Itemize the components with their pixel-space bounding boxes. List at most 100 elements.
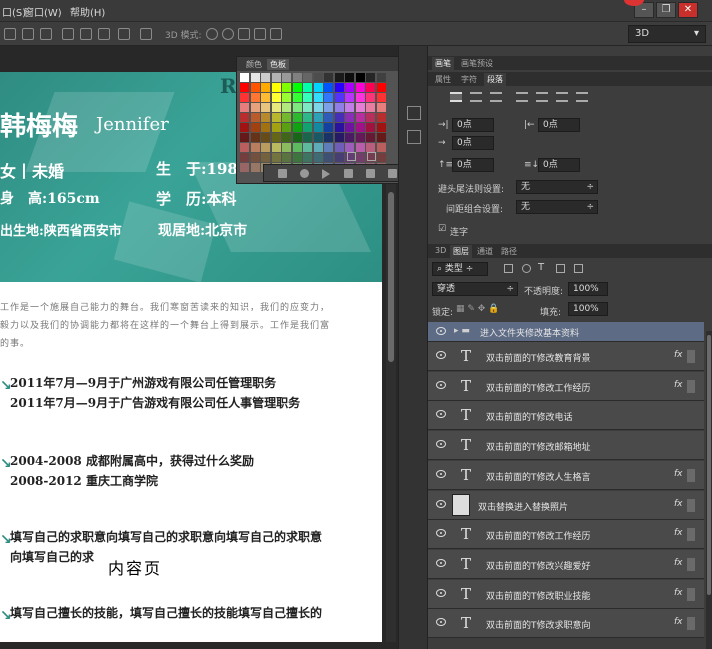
align-right-icon[interactable] xyxy=(98,28,110,40)
color-swatch[interactable] xyxy=(366,113,375,122)
color-swatch[interactable] xyxy=(240,143,249,152)
color-swatch[interactable] xyxy=(271,73,281,82)
color-swatch[interactable] xyxy=(292,83,302,92)
color-swatch[interactable] xyxy=(334,133,344,142)
color-swatch[interactable] xyxy=(240,153,249,162)
color-swatch[interactable] xyxy=(282,153,291,162)
3d-pan-icon[interactable] xyxy=(238,28,250,40)
dock-icon[interactable] xyxy=(407,130,421,144)
layer-row[interactable]: T 双击前面的T修改邮箱地址 xyxy=(428,431,704,461)
color-swatch[interactable] xyxy=(240,83,249,92)
space-before-field[interactable]: 0点 xyxy=(452,158,494,172)
color-swatch[interactable] xyxy=(324,103,333,112)
visibility-eye-icon[interactable] xyxy=(436,469,446,478)
tab-swatches[interactable]: 色板 xyxy=(267,59,289,70)
layer-row[interactable]: 双击替换进入替换照片 fx xyxy=(428,490,704,520)
color-swatch[interactable] xyxy=(261,153,270,162)
visibility-eye-icon[interactable] xyxy=(436,588,446,597)
layer-effects-icon[interactable]: fx xyxy=(674,469,683,479)
expand-effects-toggle[interactable] xyxy=(687,379,695,393)
color-swatch[interactable] xyxy=(250,153,260,162)
color-swatch[interactable] xyxy=(250,93,260,102)
layer-row[interactable]: T 双击前面的T修改工作经历 fx xyxy=(428,371,704,401)
color-swatch[interactable] xyxy=(345,113,354,122)
tab-3d[interactable]: 3D xyxy=(432,245,449,256)
folder-icon[interactable]: ▸ ▬ xyxy=(454,326,470,336)
first-line-indent-field[interactable]: 0点 xyxy=(452,136,494,150)
color-swatch[interactable] xyxy=(250,83,260,92)
indent-left-field[interactable]: 0点 xyxy=(452,118,494,132)
color-swatch[interactable] xyxy=(303,153,312,162)
color-swatch[interactable] xyxy=(366,93,375,102)
lock-icons[interactable]: ▦ ✎ ✥ 🔒 xyxy=(456,304,499,314)
color-swatch[interactable] xyxy=(355,133,365,142)
align-center-text-icon[interactable] xyxy=(470,92,482,102)
color-swatch[interactable] xyxy=(303,113,312,122)
color-swatch[interactable] xyxy=(376,83,386,92)
color-swatch[interactable] xyxy=(324,153,333,162)
justify-left-icon[interactable] xyxy=(516,92,528,102)
layer-effects-icon[interactable]: fx xyxy=(674,617,683,627)
layer-effects-icon[interactable]: fx xyxy=(674,528,683,538)
filter-adjust-icon[interactable] xyxy=(522,264,531,273)
color-swatch[interactable] xyxy=(355,83,365,92)
color-swatch[interactable] xyxy=(313,133,323,142)
color-swatch[interactable] xyxy=(334,113,344,122)
color-swatch[interactable] xyxy=(240,123,249,132)
distribute-icon[interactable] xyxy=(118,28,130,40)
visibility-eye-icon[interactable] xyxy=(436,558,446,567)
new-swatch-icon[interactable] xyxy=(347,152,356,161)
menu-select[interactable]: 口(S) xyxy=(2,4,26,19)
visibility-eye-icon[interactable] xyxy=(436,380,446,389)
color-swatch[interactable] xyxy=(376,93,386,102)
color-swatch[interactable] xyxy=(313,73,323,82)
color-swatch[interactable] xyxy=(250,143,260,152)
restore-button[interactable]: ❐ xyxy=(656,2,676,18)
close-button[interactable]: ✕ xyxy=(678,2,698,18)
color-swatch[interactable] xyxy=(313,123,323,132)
color-swatch[interactable] xyxy=(240,113,249,122)
align-right-text-icon[interactable] xyxy=(490,92,502,102)
color-swatch[interactable] xyxy=(250,163,260,172)
color-swatch[interactable] xyxy=(324,113,333,122)
expand-effects-toggle[interactable] xyxy=(687,617,695,631)
color-swatch[interactable] xyxy=(376,73,386,82)
color-swatch[interactable] xyxy=(355,103,365,112)
color-swatch[interactable] xyxy=(261,143,270,152)
filter-type-icon[interactable]: T xyxy=(538,262,544,273)
color-swatch[interactable] xyxy=(271,103,281,112)
color-swatch[interactable] xyxy=(366,83,375,92)
color-swatch[interactable] xyxy=(261,113,270,122)
color-swatch[interactable] xyxy=(282,113,291,122)
color-swatch[interactable] xyxy=(271,93,281,102)
3d-roll-icon[interactable] xyxy=(222,28,234,40)
align-hcenter-icon[interactable] xyxy=(80,28,92,40)
kinsoku-select[interactable]: 无 ÷ xyxy=(516,180,598,194)
dock-icon[interactable] xyxy=(407,106,421,120)
tab-paths[interactable]: 路径 xyxy=(498,245,520,258)
expand-effects-toggle[interactable] xyxy=(687,557,695,571)
color-swatch[interactable] xyxy=(303,133,312,142)
visibility-eye-icon[interactable] xyxy=(436,618,446,627)
color-swatch[interactable] xyxy=(271,133,281,142)
filter-shape-icon[interactable] xyxy=(556,264,565,273)
layer-row[interactable]: T 双击前面的T修改职业技能 fx xyxy=(428,579,704,609)
color-swatch[interactable] xyxy=(292,113,302,122)
expand-effects-toggle[interactable] xyxy=(687,350,695,363)
layer-row[interactable]: T 双击前面的T修改工作经历 fx xyxy=(428,520,704,550)
layer-filter-select[interactable]: ⌕ 类型 ÷ xyxy=(432,262,488,276)
color-swatch[interactable] xyxy=(282,93,291,102)
color-swatch[interactable] xyxy=(366,123,375,132)
visibility-eye-icon[interactable] xyxy=(436,410,446,419)
color-swatch[interactable] xyxy=(366,143,375,152)
color-swatch[interactable] xyxy=(355,123,365,132)
opacity-field[interactable]: 100% xyxy=(568,282,608,296)
hyphenate-checkbox[interactable]: ☑ xyxy=(438,224,446,234)
color-swatch[interactable] xyxy=(303,73,312,82)
color-swatch[interactable] xyxy=(271,123,281,132)
visibility-eye-icon[interactable] xyxy=(436,499,446,508)
color-swatch[interactable] xyxy=(282,133,291,142)
color-swatch[interactable] xyxy=(292,123,302,132)
visibility-eye-icon[interactable] xyxy=(436,351,446,359)
color-swatch[interactable] xyxy=(345,103,354,112)
